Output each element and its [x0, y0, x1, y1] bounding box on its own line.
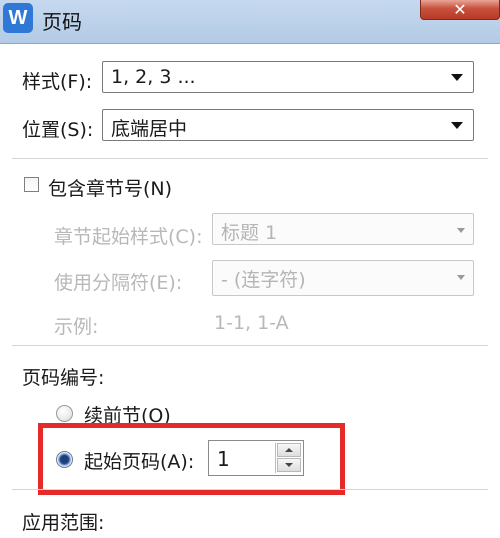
divider: [12, 158, 488, 159]
chapter-start-style-label: 章节起始样式(C):: [54, 226, 203, 248]
example-value: 1-1, 1-A: [214, 312, 289, 334]
spinner-buttons: [275, 443, 301, 473]
page-numbering-heading: 页码编号:: [22, 367, 105, 389]
title-bar: W 页码 ✕: [0, 0, 500, 44]
dialog-title: 页码: [42, 10, 82, 34]
position-dropdown-value: 底端居中: [111, 118, 188, 140]
chevron-down-icon: [457, 228, 465, 233]
start-page-label: 起始页码(A):: [84, 451, 195, 473]
style-label: 样式(F):: [22, 71, 93, 93]
close-button[interactable]: ✕: [420, 0, 500, 20]
chevron-down-icon: [451, 74, 463, 81]
style-dropdown-value: 1, 2, 3 ...: [111, 66, 196, 88]
example-label: 示例:: [54, 316, 99, 338]
position-dropdown[interactable]: 底端居中: [102, 109, 474, 141]
chevron-down-icon: [451, 122, 463, 129]
position-label: 位置(S):: [22, 119, 94, 141]
chapter-start-style-value: 标题 1: [221, 222, 278, 244]
chapter-start-style-dropdown[interactable]: 标题 1: [212, 213, 474, 245]
close-icon: ✕: [453, 0, 467, 19]
include-chapter-checkbox[interactable]: [24, 177, 39, 192]
chevron-down-icon: [457, 275, 465, 280]
apply-scope-heading: 应用范围:: [22, 512, 105, 534]
wps-writer-icon: W: [3, 3, 33, 33]
arrow-up-icon[interactable]: [277, 443, 301, 457]
separator-dropdown[interactable]: - (连字符): [212, 260, 474, 296]
style-dropdown[interactable]: 1, 2, 3 ...: [102, 61, 474, 93]
arrow-down-icon[interactable]: [277, 458, 301, 472]
divider: [12, 345, 488, 346]
divider: [12, 489, 488, 490]
separator-label: 使用分隔符(E):: [54, 272, 183, 294]
separator-value: - (连字符): [221, 269, 306, 291]
start-page-number-spinner[interactable]: 1: [208, 440, 304, 476]
continue-previous-radio[interactable]: [56, 405, 73, 422]
start-page-radio[interactable]: [56, 451, 73, 468]
start-page-number-value: 1: [217, 447, 230, 471]
include-chapter-label: 包含章节号(N): [48, 178, 173, 200]
